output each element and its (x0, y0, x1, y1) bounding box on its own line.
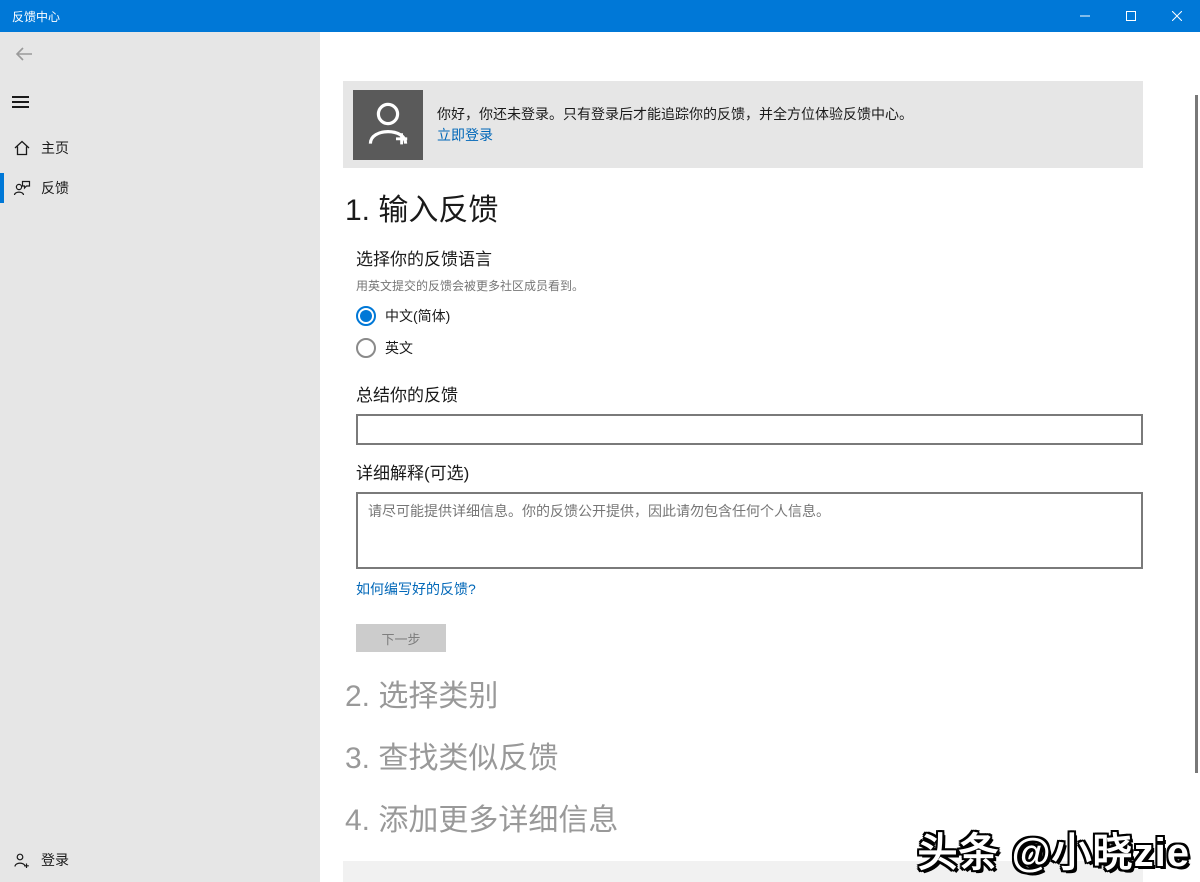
minimize-button[interactable] (1062, 0, 1108, 32)
radio-option-chinese[interactable]: 中文(简体) (356, 306, 1200, 326)
selection-indicator (0, 173, 4, 203)
help-link[interactable]: 如何编写好的反馈? (356, 579, 476, 599)
radio-option-english[interactable]: 英文 (356, 338, 1200, 358)
person-add-icon (360, 94, 416, 155)
radio-icon (356, 306, 376, 326)
close-button[interactable] (1154, 0, 1200, 32)
maximize-button[interactable] (1108, 0, 1154, 32)
titlebar: 反馈中心 (0, 0, 1200, 32)
signin-label: 登录 (41, 850, 69, 870)
home-icon (13, 139, 31, 157)
step2-heading: 2. 选择类别 (345, 680, 1200, 714)
sidebar-item-label: 主页 (41, 138, 69, 158)
minimize-icon (1080, 11, 1090, 21)
person-add-icon (13, 851, 31, 869)
summary-label: 总结你的反馈 (356, 381, 1200, 406)
details-textarea[interactable] (356, 492, 1143, 569)
window-title: 反馈中心 (0, 8, 1062, 25)
maximize-icon (1126, 11, 1136, 21)
sidebar-item-feedback[interactable]: 反馈 (0, 168, 320, 208)
next-button[interactable]: 下一步 (356, 624, 446, 652)
main-content: 你好，你还未登录。只有登录后才能追踪你的反馈，并全方位体验反馈中心。 立即登录 … (320, 32, 1200, 882)
step3-heading: 3. 查找类似反馈 (345, 742, 1200, 776)
back-button[interactable] (10, 42, 38, 70)
back-arrow-icon (13, 43, 35, 70)
radio-label: 中文(简体) (385, 306, 450, 326)
signin-banner: 你好，你还未登录。只有登录后才能追踪你的反馈，并全方位体验反馈中心。 立即登录 (343, 81, 1143, 168)
signin-now-link[interactable]: 立即登录 (437, 125, 913, 145)
banner-message: 你好，你还未登录。只有登录后才能追踪你的反馈，并全方位体验反馈中心。 (437, 104, 913, 124)
banner-text: 你好，你还未登录。只有登录后才能追踪你的反馈，并全方位体验反馈中心。 立即登录 (437, 104, 913, 145)
watermark: 头条 @小晓zie (918, 820, 1190, 878)
app-body: 主页 反馈 (0, 32, 1200, 882)
sidebar-item-label: 反馈 (41, 178, 69, 198)
sidebar-item-home[interactable]: 主页 (0, 128, 320, 168)
details-label: 详细解释(可选) (356, 459, 1200, 484)
avatar (353, 90, 423, 160)
close-icon (1172, 11, 1182, 21)
attached-label: 已附加 (357, 878, 1143, 882)
summary-input[interactable] (356, 414, 1143, 445)
feedback-icon (13, 179, 31, 197)
sidebar: 主页 反馈 (0, 32, 320, 882)
scrollbar[interactable] (1195, 95, 1198, 773)
language-hint: 用英文提交的反馈会被更多社区成员看到。 (356, 277, 1200, 294)
step1-heading: 1. 输入反馈 (345, 194, 1200, 228)
sidebar-nav: 主页 反馈 (0, 128, 320, 208)
radio-icon (356, 338, 376, 358)
menu-button[interactable] (12, 94, 32, 110)
radio-label: 英文 (385, 338, 413, 358)
sidebar-signin[interactable]: 登录 (0, 840, 320, 880)
language-label: 选择你的反馈语言 (356, 245, 1200, 270)
